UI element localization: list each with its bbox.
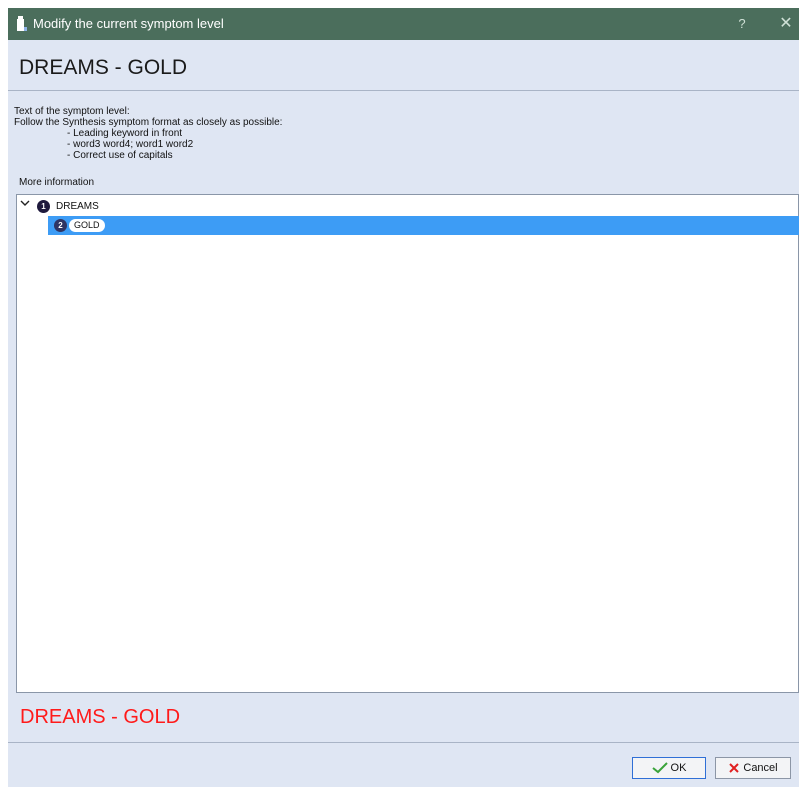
symptom-preview: DREAMS - GOLD	[20, 706, 181, 728]
tree-node-label: DREAMS	[56, 201, 99, 212]
level-badge: 2	[54, 219, 67, 232]
instructions: Text of the symptom level: Follow the Sy…	[14, 106, 282, 161]
symptom-tree[interactable]: 1 DREAMS 2 GOLD	[16, 194, 799, 693]
bottle-icon	[14, 16, 28, 32]
divider	[8, 742, 799, 743]
tree-node-dreams[interactable]: 1 DREAMS	[17, 198, 797, 214]
cancel-label: Cancel	[743, 762, 778, 774]
ok-button[interactable]: OK	[632, 757, 706, 779]
instruction-bullet: - Leading keyword in front	[67, 128, 183, 139]
cancel-button[interactable]: Cancel	[715, 757, 791, 779]
level-badge: 1	[37, 200, 50, 213]
help-button[interactable]: ?	[732, 8, 752, 40]
checkmark-icon	[651, 762, 668, 774]
x-icon	[729, 763, 740, 773]
instruction-heading: Text of the symptom level:	[14, 106, 130, 117]
instruction-format: Follow the Synthesis symptom format as c…	[14, 117, 283, 128]
title-bar: Modify the current symptom level ? ✕	[8, 8, 799, 40]
chevron-down-icon[interactable]	[20, 198, 30, 211]
tree-node-gold[interactable]: 2 GOLD	[48, 216, 799, 235]
instruction-bullet: - Correct use of capitals	[67, 150, 173, 161]
close-button[interactable]: ✕	[772, 8, 799, 40]
dialog-window: Modify the current symptom level ? ✕ DRE…	[8, 8, 799, 787]
window-title: Modify the current symptom level	[33, 16, 224, 31]
page-title: DREAMS - GOLD	[19, 56, 188, 79]
ok-label: OK	[670, 762, 687, 774]
more-information-link[interactable]: More information	[19, 177, 94, 188]
instruction-bullet: - word3 word4; word1 word2	[67, 139, 194, 150]
tree-node-label: GOLD	[69, 219, 105, 232]
divider	[8, 90, 799, 91]
